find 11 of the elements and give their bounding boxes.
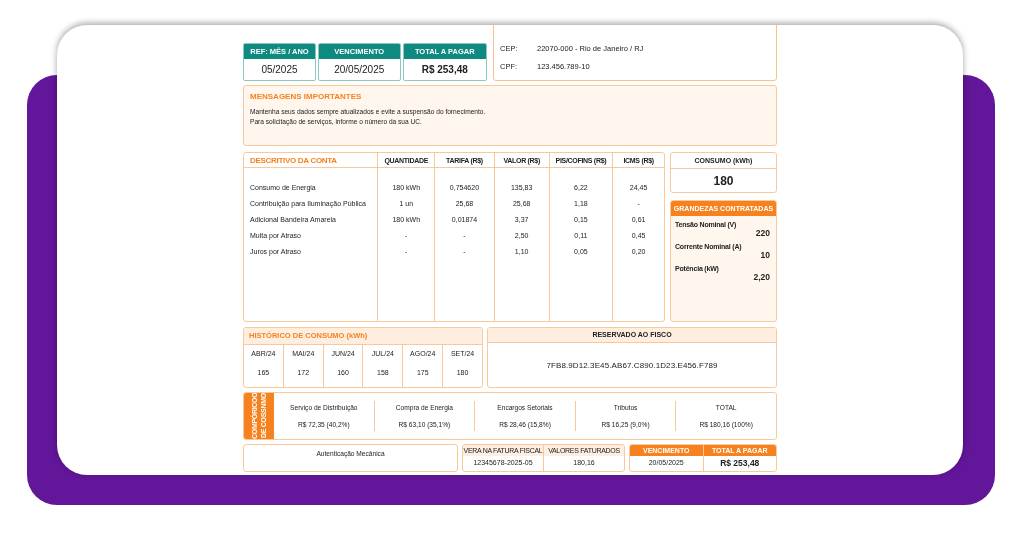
fiscal-code: 7FB8.9D12.3E45.AB67.C890.1D23.E456.F789 <box>546 360 718 370</box>
summary-value: 05/2025 <box>260 63 299 77</box>
section-title: DESCRITIVO DA CONTA <box>244 153 378 168</box>
payment-value: R$ 253,48 <box>720 457 760 468</box>
item-value: 220 <box>755 228 770 238</box>
summary-value: R$ 253,48 <box>420 63 469 77</box>
item-value: 2,20 <box>753 272 770 282</box>
item-value: 10 <box>760 250 770 260</box>
consumption-value: 180 <box>712 172 735 190</box>
summary-value: 20/05/2025 <box>333 63 386 77</box>
section-title: MENSAGENS IMPORTANTES <box>250 92 363 101</box>
